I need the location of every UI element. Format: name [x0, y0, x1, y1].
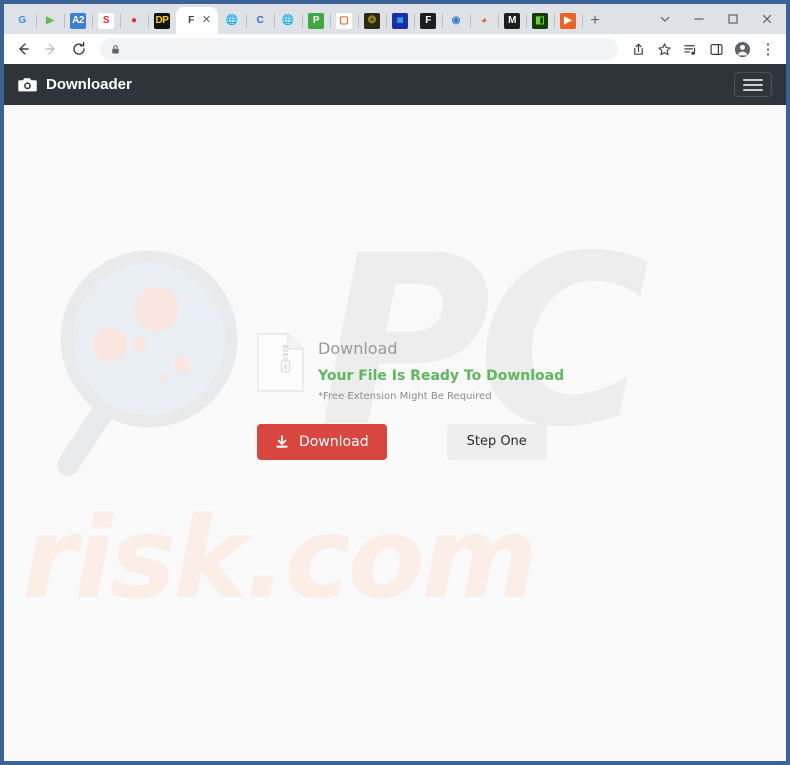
browser-tab[interactable]: ▶	[554, 7, 583, 34]
browser-tab[interactable]: ●	[120, 7, 149, 34]
tab-search-icon[interactable]	[648, 5, 682, 33]
window-controls	[648, 4, 786, 34]
browser-tab[interactable]: ◕	[470, 7, 499, 34]
f-black-icon: F	[420, 12, 436, 29]
step-one-button[interactable]: Step One	[446, 423, 547, 460]
download-info-row: Download Your File Is Ready To Download …	[257, 333, 567, 403]
olive-badge-icon: ❂	[364, 12, 380, 29]
blue-square-icon: ◙	[392, 12, 408, 29]
star-icon[interactable]	[652, 37, 676, 61]
watermark-risk-text: risk.com	[22, 494, 538, 624]
browser-tab[interactable]: C	[246, 7, 275, 34]
page-viewport: Downloader PC risk.com Download Your Fil…	[4, 64, 786, 761]
browser-toolbar: ⋮	[4, 34, 786, 64]
tab-close-icon[interactable]: ✕	[202, 15, 211, 26]
download-card: Download Your File Is Ready To Download …	[257, 333, 567, 460]
orange-play-icon: ▶	[560, 12, 576, 29]
dp-black-icon: DP	[154, 12, 170, 29]
browser-menu-icon[interactable]: ⋮	[756, 37, 780, 61]
reading-list-icon[interactable]	[678, 37, 702, 61]
page-content: PC risk.com Download Your File Is Ready …	[4, 105, 786, 761]
browser-tab[interactable]: 🌐	[218, 7, 247, 34]
globe-gray-icon: 🌐	[281, 14, 295, 26]
camera-icon	[18, 76, 37, 93]
p-green-icon: P	[308, 12, 324, 29]
side-panel-icon[interactable]	[704, 37, 728, 61]
download-button[interactable]: Download	[257, 423, 387, 460]
active-tab[interactable]: F ✕	[176, 7, 218, 34]
browser-tab[interactable]: ❂	[358, 7, 387, 34]
browser-tab[interactable]: DP	[148, 7, 177, 34]
hamburger-bar	[743, 78, 763, 81]
new-tab-button[interactable]: +	[582, 8, 608, 34]
browser-tab[interactable]: F	[414, 7, 443, 34]
hamburger-bar	[743, 88, 763, 91]
address-bar[interactable]	[100, 38, 618, 60]
tab-strip: G ▶ A2 S ● DP F ✕ 🌐 C 🌐 P ▢ ❂ ◙ F ◉ ◕ M ◧ ▶ +	[4, 4, 786, 34]
browser-tab[interactable]: M	[498, 7, 527, 34]
download-icon	[275, 435, 289, 449]
download-texts: Download Your File Is Ready To Download …	[318, 333, 564, 403]
hamburger-bar	[743, 83, 763, 86]
m-black-icon: M	[504, 12, 520, 29]
google-g-icon: G	[18, 14, 26, 26]
site-navbar: Downloader	[4, 64, 786, 105]
minimize-button[interactable]	[682, 5, 716, 33]
share-icon[interactable]	[626, 37, 650, 61]
profile-icon[interactable]	[730, 37, 754, 61]
green-app-icon: ◧	[532, 12, 548, 29]
f-letter-icon: F	[182, 12, 199, 29]
browser-tab[interactable]: G	[8, 7, 37, 34]
browser-tab[interactable]: ◉	[442, 7, 471, 34]
hamburger-menu-icon[interactable]	[734, 72, 772, 97]
browser-tab[interactable]: S	[92, 7, 121, 34]
download-heading: Download	[318, 339, 398, 358]
browser-tab[interactable]: P	[302, 7, 331, 34]
download-button-row: Download Step One	[257, 423, 567, 460]
orange-square-icon: ▢	[336, 12, 352, 29]
back-button[interactable]	[10, 36, 36, 62]
browser-tab[interactable]: ▶	[36, 7, 65, 34]
browser-tab[interactable]: A2	[64, 7, 93, 34]
blue-c-icon: C	[256, 14, 264, 26]
browser-tab[interactable]: ◧	[526, 7, 555, 34]
brand-name: Downloader	[46, 76, 132, 93]
lock-icon	[110, 44, 121, 55]
browser-tab[interactable]: 🌐	[274, 7, 303, 34]
maximize-button[interactable]	[716, 5, 750, 33]
zip-file-icon	[257, 333, 304, 392]
reload-button[interactable]	[66, 36, 92, 62]
globe-gray-icon: 🌐	[225, 14, 239, 26]
download-button-label: Download	[299, 433, 369, 450]
green-play-icon: ▶	[46, 14, 54, 26]
red-circle-icon: ●	[130, 14, 138, 26]
red-s-icon: S	[98, 12, 114, 29]
close-window-button[interactable]	[750, 5, 784, 33]
site-brand[interactable]: Downloader	[18, 76, 132, 93]
blue-spiral-icon: ◉	[451, 14, 461, 26]
file-ready-message: Your File Is Ready To Download	[318, 367, 565, 384]
orange-flame-icon: ◕	[480, 14, 488, 26]
extension-note: *Free Extension Might Be Required	[318, 390, 492, 402]
magnifying-glass-icon	[54, 247, 244, 482]
a2-blue-icon: A2	[70, 12, 86, 29]
forward-button[interactable]	[38, 36, 64, 62]
browser-tab[interactable]: ▢	[330, 7, 359, 34]
browser-tab[interactable]: ◙	[386, 7, 415, 34]
browser-window: G ▶ A2 S ● DP F ✕ 🌐 C 🌐 P ▢ ❂ ◙ F ◉ ◕ M ◧ ▶ +	[0, 0, 790, 765]
